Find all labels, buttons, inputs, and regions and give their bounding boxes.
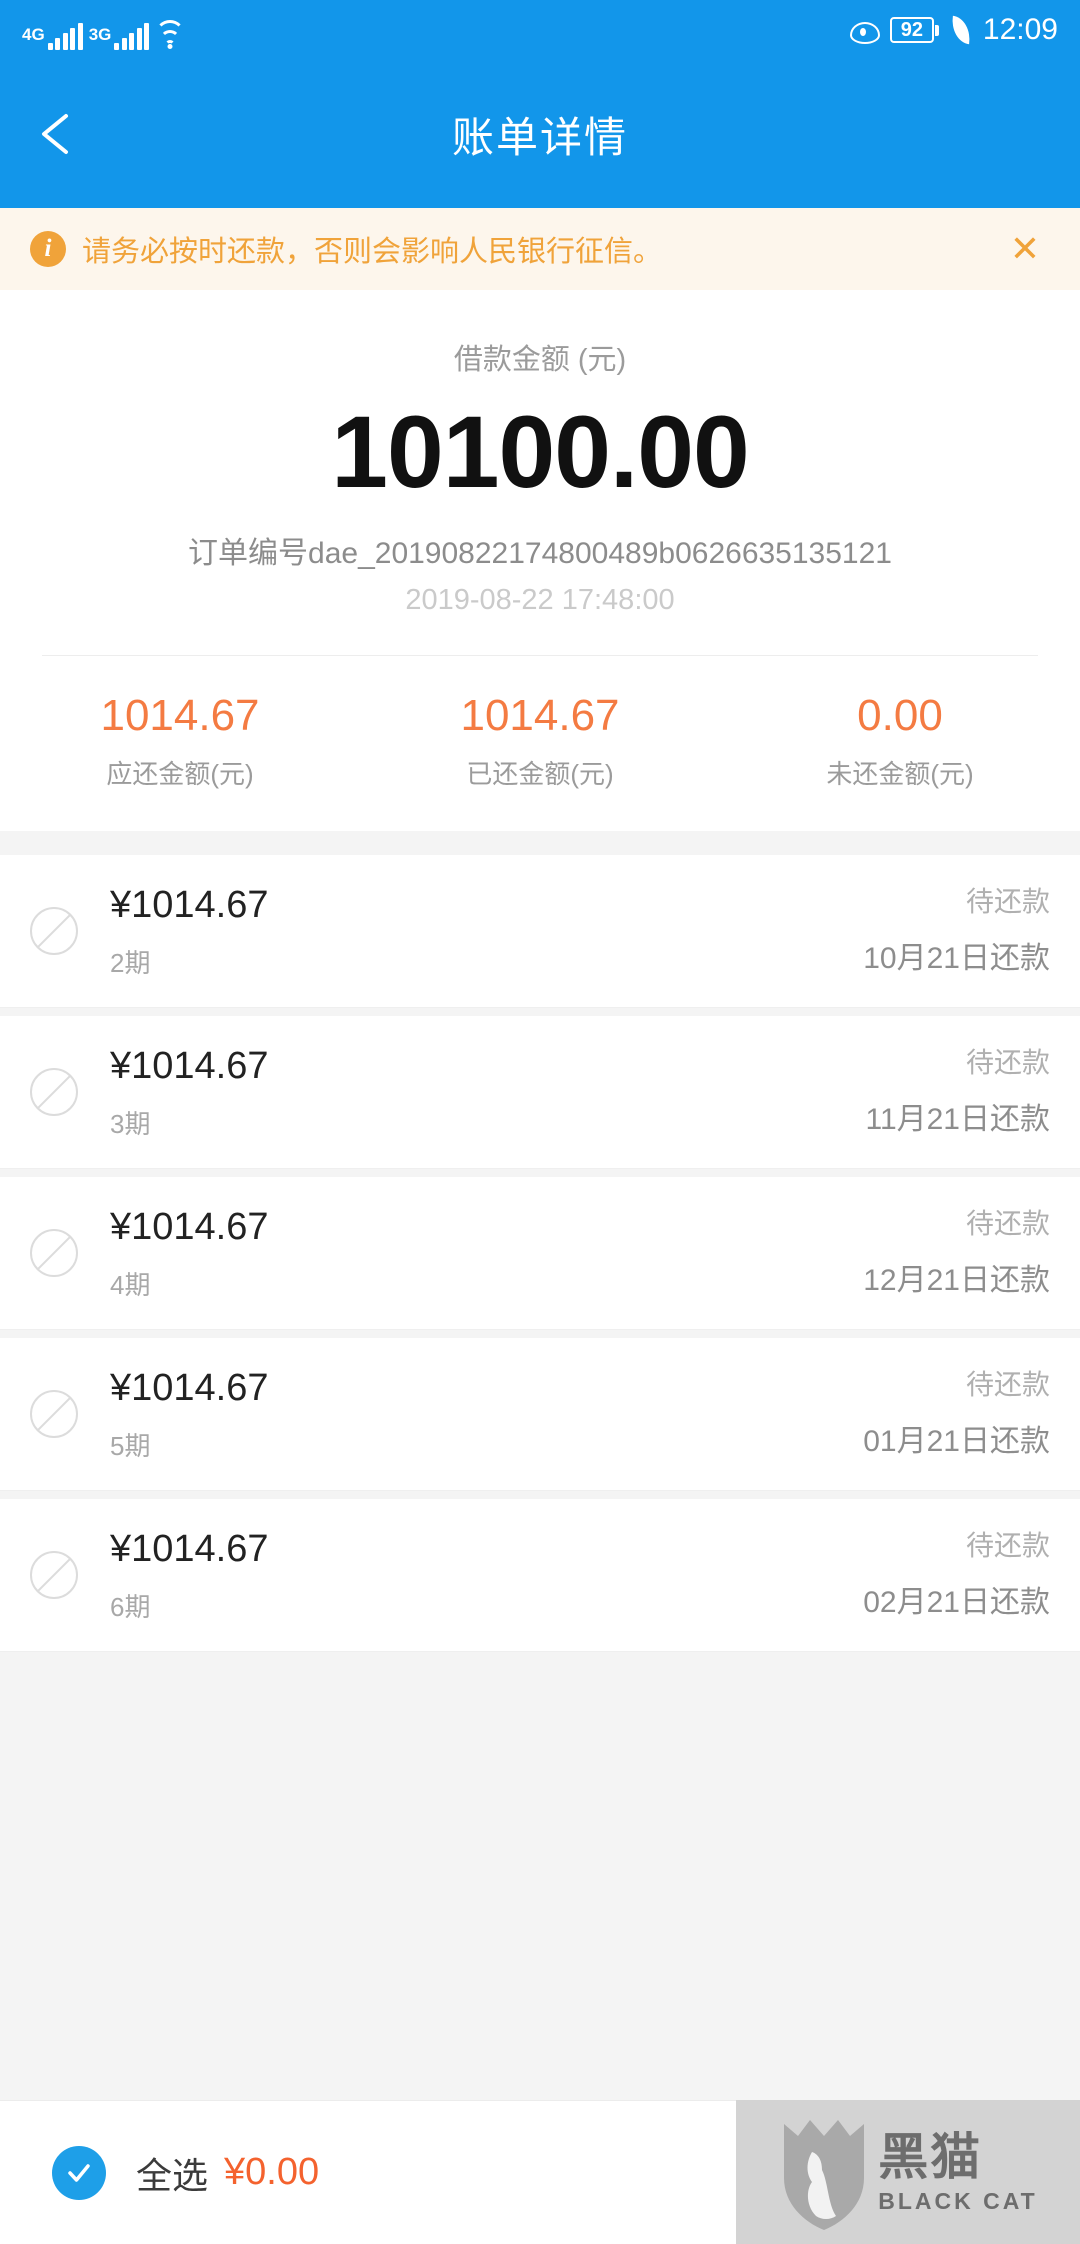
stat-label: 未还金额(元) (826, 759, 974, 789)
close-icon[interactable]: ✕ (1000, 231, 1050, 267)
signal-1: 4G (22, 23, 83, 50)
table-row[interactable]: ¥1014.67 3期 待还款 11月21日还款 (0, 1016, 1080, 1169)
installment-term: 2期 (110, 947, 151, 978)
battery-level: 92 (889, 17, 934, 43)
installment-amount: ¥1014.67 (110, 1527, 269, 1570)
section-gap (0, 831, 1080, 855)
watermark-title: 黑猫 (878, 2128, 983, 2185)
stat-repaid: 1014.67 已还金额(元) (360, 690, 720, 791)
summary-card: 借款金额 (元) 10100.00 订单编号dae_20190822174800… (0, 290, 1080, 831)
installment-due-date: 11月21日还款 (865, 1103, 1050, 1136)
status-bar-right: 92 12:09 (848, 15, 1058, 45)
checkbox-disabled-icon (30, 1551, 78, 1599)
table-row[interactable]: ¥1014.67 5期 待还款 01月21日还款 (0, 1338, 1080, 1491)
battery-icon: 92 (889, 17, 939, 43)
leaf-icon (949, 15, 973, 45)
black-cat-shield-icon (778, 2112, 870, 2232)
watermark-subtitle: BLACK CAT (878, 2187, 1038, 2214)
warning-banner: i 请务必按时还款，否则会影响人民银行征信。 ✕ (0, 208, 1080, 290)
installment-due-date: 12月21日还款 (863, 1264, 1050, 1297)
installment-side: 待还款 10月21日还款 (863, 885, 1050, 977)
installment-amount: ¥1014.67 (110, 1366, 269, 1409)
loan-amount-value: 10100.00 (331, 395, 749, 509)
row-separator (0, 1169, 1080, 1177)
status-bar: 4G 3G 92 12:09 (0, 0, 1080, 60)
installment-term: 5期 (110, 1430, 151, 1461)
stat-value: 0.00 (857, 691, 943, 740)
installment-side: 待还款 02月21日还款 (863, 1529, 1050, 1621)
status-badge: 待还款 (965, 1530, 1050, 1561)
wifi-icon (155, 20, 186, 50)
installment-main: ¥1014.67 2期 (110, 883, 863, 980)
status-badge: 待还款 (965, 1208, 1050, 1239)
installment-term: 3期 (110, 1108, 151, 1139)
select-all-label: 全选 (136, 2154, 209, 2196)
stat-label: 应还金额(元) (106, 759, 254, 789)
stat-value: 1014.67 (460, 691, 620, 740)
table-row[interactable]: ¥1014.67 2期 待还款 10月21日还款 (0, 855, 1080, 1008)
eye-icon (848, 15, 880, 45)
installment-term: 6期 (110, 1591, 151, 1622)
order-number: 订单编号dae_20190822174800489b0626635135121 (188, 537, 892, 570)
info-icon: i (30, 231, 66, 267)
installment-side: 待还款 01月21日还款 (863, 1368, 1050, 1460)
installment-main: ¥1014.67 4期 (110, 1205, 863, 1302)
back-arrow-icon (42, 114, 68, 154)
installment-main: ¥1014.67 5期 (110, 1366, 863, 1463)
status-badge: 待还款 (965, 1369, 1050, 1400)
check-icon (68, 2163, 90, 2182)
stat-value: 1014.67 (100, 691, 260, 740)
installment-due-date: 01月21日还款 (863, 1425, 1050, 1458)
installment-side: 待还款 12月21日还款 (863, 1207, 1050, 1299)
status-badge: 待还款 (965, 1047, 1050, 1078)
installment-due-date: 02月21日还款 (863, 1586, 1050, 1619)
signal-bars-1 (47, 23, 83, 50)
installment-amount: ¥1014.67 (110, 883, 269, 926)
order-date: 2019-08-22 17:48:00 (405, 584, 675, 616)
status-bar-left: 4G 3G (22, 10, 186, 50)
installment-term: 4期 (110, 1269, 151, 1300)
installment-list: ¥1014.67 2期 待还款 10月21日还款 ¥1014.67 3期 待还款… (0, 855, 1080, 1660)
stat-unpaid: 0.00 未还金额(元) (720, 690, 1080, 791)
select-all-checkbox[interactable] (52, 2145, 106, 2200)
stat-due: 1014.67 应还金额(元) (0, 690, 360, 791)
checkbox-disabled-icon (30, 907, 78, 955)
installment-main: ¥1014.67 6期 (110, 1527, 863, 1624)
nav-bar: 账单详情 (0, 60, 1080, 208)
checkbox-disabled-icon (30, 1390, 78, 1438)
watermark-content: 黑猫 BLACK CAT (778, 2112, 1037, 2232)
row-separator (0, 1330, 1080, 1338)
table-row[interactable]: ¥1014.67 6期 待还款 02月21日还款 (0, 1499, 1080, 1652)
battery-cap (934, 24, 939, 36)
installment-main: ¥1014.67 3期 (110, 1044, 865, 1141)
row-separator (0, 1491, 1080, 1499)
back-button[interactable] (0, 106, 120, 162)
installment-amount: ¥1014.67 (110, 1205, 269, 1248)
watermark-text: 黑猫 BLACK CAT (878, 2130, 1037, 2215)
stat-label: 已还金额(元) (466, 759, 614, 789)
total-amount: ¥0.00 (224, 2151, 320, 2193)
network-type-1: 4G (22, 25, 45, 44)
watermark-overlay: 黑猫 BLACK CAT (736, 2100, 1080, 2244)
loan-amount-label: 借款金额 (元) (453, 344, 627, 376)
summary-stats: 1014.67 应还金额(元) 1014.67 已还金额(元) 0.00 未还金… (0, 656, 1080, 831)
signal-2: 3G (88, 23, 150, 50)
page-title: 账单详情 (451, 113, 628, 161)
signal-bars-2 (114, 23, 150, 50)
installment-due-date: 10月21日还款 (863, 942, 1050, 975)
status-bar-clock: 12:09 (982, 13, 1058, 46)
checkbox-disabled-icon (30, 1068, 78, 1116)
warning-text: 请务必按时还款，否则会影响人民银行征信。 (82, 236, 663, 268)
network-type-2: 3G (88, 25, 112, 44)
installment-side: 待还款 11月21日还款 (865, 1046, 1050, 1138)
checkbox-disabled-icon (30, 1229, 78, 1277)
installment-amount: ¥1014.67 (110, 1044, 269, 1087)
row-separator (0, 1008, 1080, 1016)
table-row[interactable]: ¥1014.67 4期 待还款 12月21日还款 (0, 1177, 1080, 1330)
status-badge: 待还款 (965, 886, 1050, 917)
row-separator (0, 1652, 1080, 1660)
